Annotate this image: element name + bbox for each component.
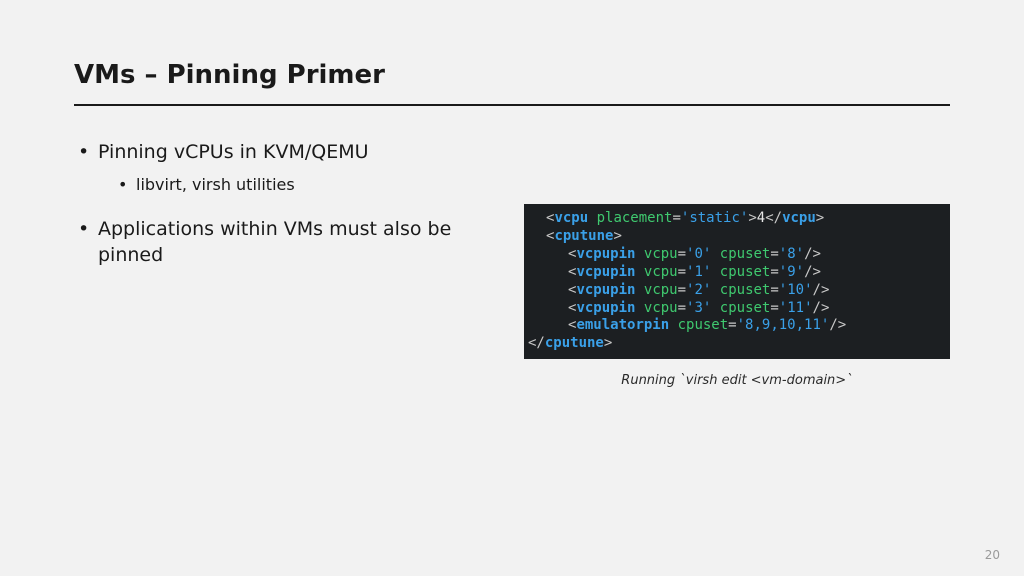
bullet-item: Applications within VMs must also be pin… bbox=[74, 217, 494, 268]
bullet-list: Pinning vCPUs in KVM/QEMU libvirt, virsh… bbox=[74, 140, 494, 269]
sub-list: libvirt, virsh utilities bbox=[98, 174, 494, 196]
code-caption: Running `virsh edit <vm-domain>` bbox=[524, 373, 950, 388]
val: '8,9,10,11' bbox=[737, 317, 830, 333]
val: '0' bbox=[686, 246, 711, 262]
attr: cpuset bbox=[720, 246, 771, 262]
sub-bullet-item: libvirt, virsh utilities bbox=[98, 174, 494, 196]
attr: placement bbox=[597, 210, 673, 226]
attr: vcpu bbox=[644, 264, 678, 280]
bullet-text: Applications within VMs must also be pin… bbox=[98, 218, 451, 266]
tag: vcpupin bbox=[576, 282, 635, 298]
tag: cputune bbox=[554, 228, 613, 244]
title-rule bbox=[74, 104, 950, 106]
val: '11' bbox=[779, 300, 813, 316]
tag: vcpupin bbox=[576, 264, 635, 280]
columns: Pinning vCPUs in KVM/QEMU libvirt, virsh… bbox=[74, 140, 950, 388]
bullet-text: Pinning vCPUs in KVM/QEMU bbox=[98, 141, 369, 163]
attr: vcpu bbox=[644, 246, 678, 262]
tag: vcpupin bbox=[576, 300, 635, 316]
page-number: 20 bbox=[985, 548, 1000, 562]
val: '10' bbox=[779, 282, 813, 298]
attr: vcpu bbox=[644, 282, 678, 298]
right-column: <vcpu placement='static'>4</vcpu> <cputu… bbox=[524, 140, 950, 388]
tag: vcpupin bbox=[576, 246, 635, 262]
attr: cpuset bbox=[720, 300, 771, 316]
slide: VMs – Pinning Primer Pinning vCPUs in KV… bbox=[0, 0, 1024, 388]
tag: vcpu bbox=[554, 210, 588, 226]
attr: vcpu bbox=[644, 300, 678, 316]
sub-bullet-text: libvirt, virsh utilities bbox=[136, 175, 295, 194]
val: '8' bbox=[779, 246, 804, 262]
left-column: Pinning vCPUs in KVM/QEMU libvirt, virsh… bbox=[74, 140, 494, 388]
tag: cputune bbox=[545, 335, 604, 351]
val: '3' bbox=[686, 300, 711, 316]
val: '1' bbox=[686, 264, 711, 280]
val: '9' bbox=[779, 264, 804, 280]
vcpu-count: 4 bbox=[757, 210, 765, 226]
slide-title: VMs – Pinning Primer bbox=[74, 60, 950, 90]
attr: cpuset bbox=[720, 264, 771, 280]
bullet-item: Pinning vCPUs in KVM/QEMU libvirt, virsh… bbox=[74, 140, 494, 195]
attr: cpuset bbox=[720, 282, 771, 298]
val: '2' bbox=[686, 282, 711, 298]
code-block: <vcpu placement='static'>4</vcpu> <cputu… bbox=[524, 204, 950, 359]
attr: cpuset bbox=[678, 317, 729, 333]
val: 'static' bbox=[681, 210, 748, 226]
tag: vcpu bbox=[782, 210, 816, 226]
tag: emulatorpin bbox=[576, 317, 669, 333]
